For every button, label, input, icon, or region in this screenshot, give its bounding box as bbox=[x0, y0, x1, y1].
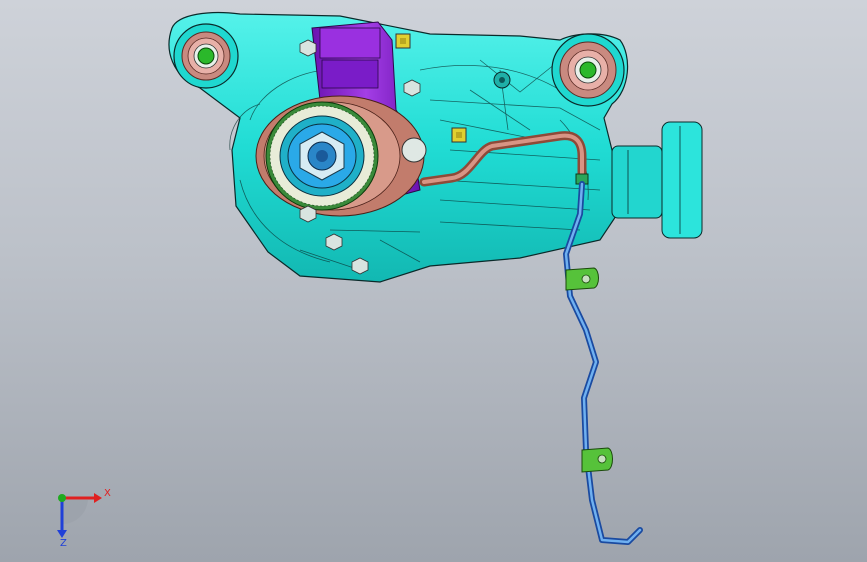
view-orientation-triad[interactable]: X Z bbox=[44, 478, 114, 549]
vent-boss-hole bbox=[499, 77, 505, 83]
y-axis-dot bbox=[58, 494, 66, 502]
x-axis-label: X bbox=[104, 488, 111, 499]
rubber-bushing-left[interactable] bbox=[173, 23, 239, 89]
z-axis-arrowhead bbox=[57, 530, 67, 538]
differential-3d-model[interactable] bbox=[0, 0, 867, 562]
x-axis-arrowhead bbox=[94, 493, 102, 503]
pinion-flange[interactable] bbox=[611, 121, 703, 239]
hose-bracket-upper[interactable] bbox=[565, 267, 599, 291]
hose-bracket-lower[interactable] bbox=[581, 447, 613, 473]
triad-plane-shading bbox=[62, 500, 88, 525]
z-axis-label: Z bbox=[60, 538, 67, 548]
cad-graphics-viewport[interactable]: X Z bbox=[0, 0, 867, 562]
rubber-bushing-right[interactable] bbox=[551, 33, 625, 107]
drain-plug[interactable] bbox=[401, 137, 427, 163]
side-output-flange[interactable] bbox=[255, 95, 425, 217]
